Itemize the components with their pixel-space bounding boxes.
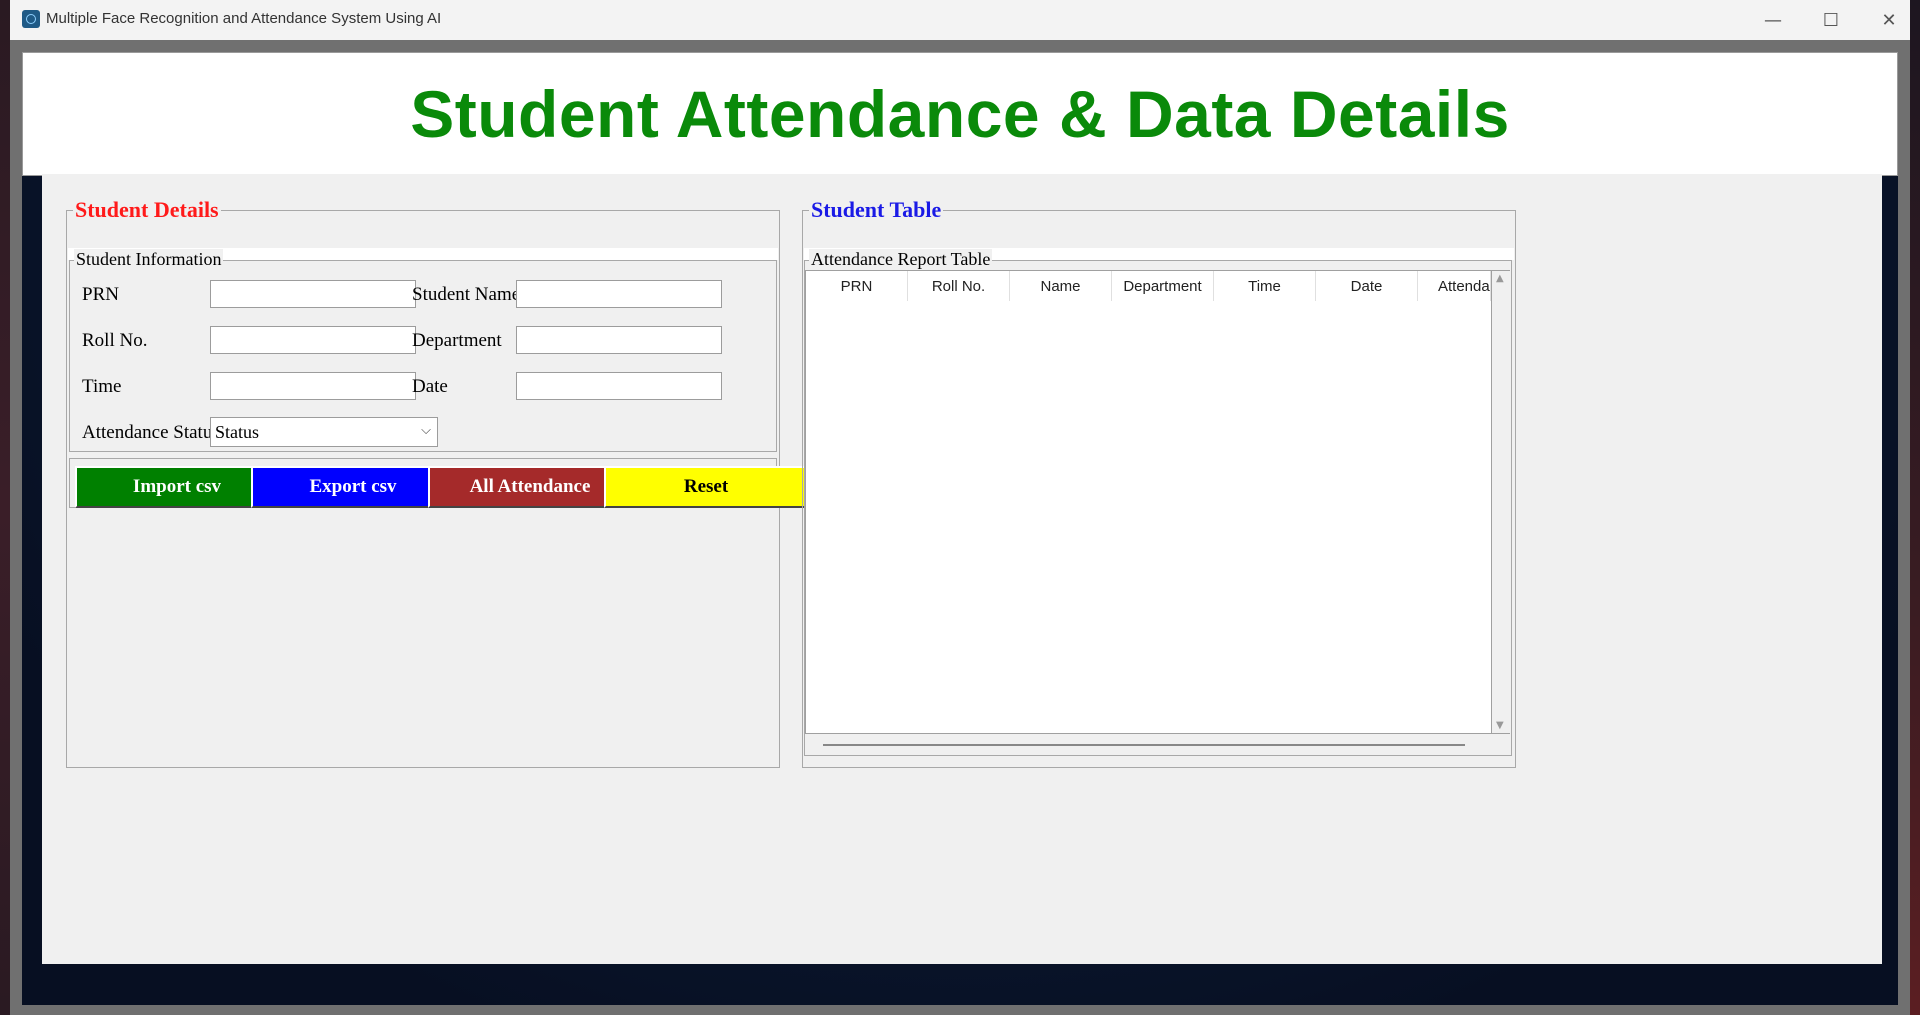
app-icon (22, 10, 40, 28)
maximize-button[interactable]: ☐ (1802, 0, 1860, 40)
department-input[interactable] (516, 326, 722, 354)
attendance-table[interactable]: PRN Roll No. Name Department Time Date A… (805, 270, 1492, 734)
vertical-scrollbar[interactable]: ▲ ▼ (1492, 270, 1510, 734)
column-header-name[interactable]: Name (1010, 271, 1112, 301)
prn-input[interactable] (210, 280, 416, 308)
date-input[interactable] (516, 372, 722, 400)
page-title: Student Attendance & Data Details (410, 77, 1510, 151)
all-attendance-button[interactable]: All Attendance (428, 466, 632, 508)
student-name-input[interactable] (516, 280, 722, 308)
main-panel: Student Details Student Information PRN … (42, 174, 1882, 964)
window-title: Multiple Face Recognition and Attendance… (46, 10, 442, 27)
scroll-down-icon[interactable]: ▼ (1496, 720, 1504, 731)
header-banner: Student Attendance & Data Details (22, 52, 1898, 176)
student-details-title: Student Details (73, 197, 221, 223)
client-area: Student Attendance & Data Details Studen… (10, 40, 1910, 1015)
department-label: Department (412, 330, 502, 351)
column-header-time[interactable]: Time (1214, 271, 1316, 301)
attendance-status-select[interactable]: Status ⌵ (210, 417, 438, 447)
close-button[interactable]: ✕ (1860, 0, 1918, 40)
student-name-label: Student Name (412, 284, 521, 305)
chevron-down-icon: ⌵ (421, 423, 431, 438)
date-label: Date (412, 376, 448, 397)
time-label: Time (82, 376, 122, 397)
column-header-roll-no[interactable]: Roll No. (908, 271, 1010, 301)
student-information-title: Student Information (74, 249, 224, 270)
horizontal-scrollbar[interactable] (805, 736, 1492, 754)
time-input[interactable] (210, 372, 416, 400)
attendance-report-title: Attendance Report Table (809, 249, 993, 270)
student-table-title: Student Table (809, 197, 944, 223)
prn-label: PRN (82, 284, 119, 305)
column-header-prn[interactable]: PRN (806, 271, 908, 301)
horizontal-scroll-thumb[interactable] (823, 744, 1465, 746)
app-window: Multiple Face Recognition and Attendance… (10, 0, 1910, 1015)
attendance-status-value: Status (215, 422, 260, 442)
scroll-up-icon[interactable]: ▲ (1496, 273, 1504, 284)
roll-no-label: Roll No. (82, 330, 148, 351)
column-header-date[interactable]: Date (1316, 271, 1418, 301)
title-bar[interactable]: Multiple Face Recognition and Attendance… (10, 0, 1910, 41)
reset-button[interactable]: Reset (604, 466, 808, 508)
import-csv-button[interactable]: Import csv (75, 466, 279, 508)
column-header-department[interactable]: Department (1112, 271, 1214, 301)
export-csv-button[interactable]: Export csv (251, 466, 455, 508)
roll-no-input[interactable] (210, 326, 416, 354)
column-header-attendance[interactable]: Attendanc (1418, 271, 1491, 301)
attendance-status-label: Attendance Status (82, 422, 220, 443)
minimize-button[interactable]: — (1744, 0, 1802, 40)
